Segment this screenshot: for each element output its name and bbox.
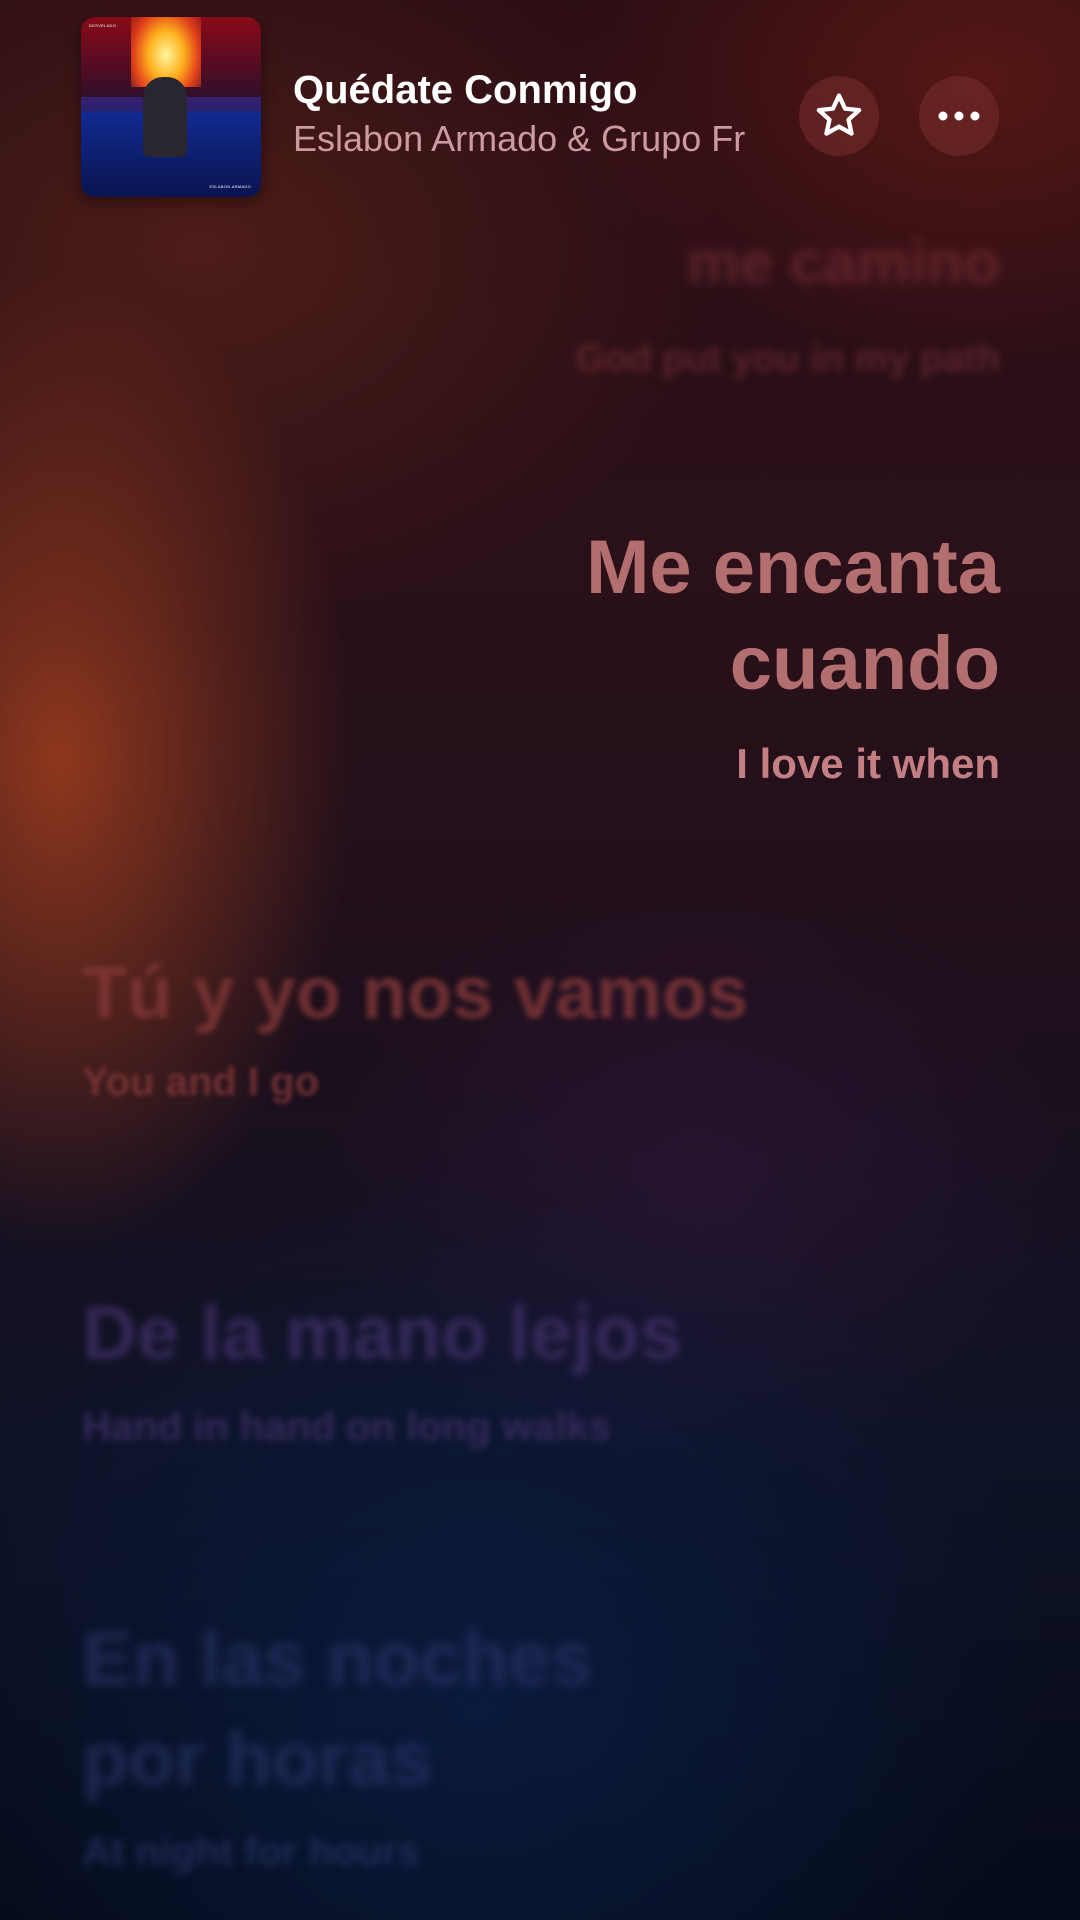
more-options-button[interactable] bbox=[919, 76, 999, 156]
artwork-text-top: DESVELADO bbox=[89, 23, 117, 28]
lyric-line-past[interactable]: me camino bbox=[687, 228, 1000, 297]
lyric-translation-later: At night for hours bbox=[82, 1830, 420, 1874]
now-playing-header: DESVELADO ESLABON ARMADO Quédate Conmigo… bbox=[0, 0, 1080, 220]
lyric-translation-upcoming: Hand in hand on long walks bbox=[82, 1405, 611, 1449]
lyric-line-later-part-2: por horas bbox=[82, 1717, 433, 1802]
lyric-line-upcoming[interactable]: De la mano lejos bbox=[82, 1290, 682, 1377]
artwork-figure bbox=[143, 77, 187, 157]
lyric-line-current[interactable]: Me encanta cuando bbox=[586, 520, 1000, 712]
star-icon bbox=[816, 93, 862, 136]
lyric-translation-next: You and I go bbox=[82, 1060, 320, 1104]
lyric-translation-past: God put you in my path bbox=[575, 338, 1000, 380]
lyric-line-next[interactable]: Tú y yo nos vamos bbox=[82, 950, 748, 1035]
album-artwork[interactable]: DESVELADO ESLABON ARMADO bbox=[81, 17, 261, 197]
lyric-line-current-part-1: Me encanta bbox=[586, 525, 1000, 610]
lyric-line-later[interactable]: En las noches por horas bbox=[82, 1610, 593, 1810]
ellipsis-icon bbox=[938, 111, 980, 121]
song-artist[interactable]: Eslabon Armado & Grupo Fr bbox=[293, 118, 783, 160]
lyrics-view[interactable]: me camino God put you in my path Me enca… bbox=[0, 0, 1080, 1920]
lyric-line-current-part-2: cuando bbox=[729, 621, 1000, 706]
lyric-line-later-part-1: En las noches bbox=[82, 1617, 594, 1702]
lyric-translation-current: I love it when bbox=[736, 740, 1000, 787]
artwork-text-bottom: ESLABON ARMADO bbox=[209, 184, 251, 189]
favorite-button[interactable] bbox=[799, 76, 879, 156]
song-title: Quédate Conmigo bbox=[293, 68, 638, 112]
